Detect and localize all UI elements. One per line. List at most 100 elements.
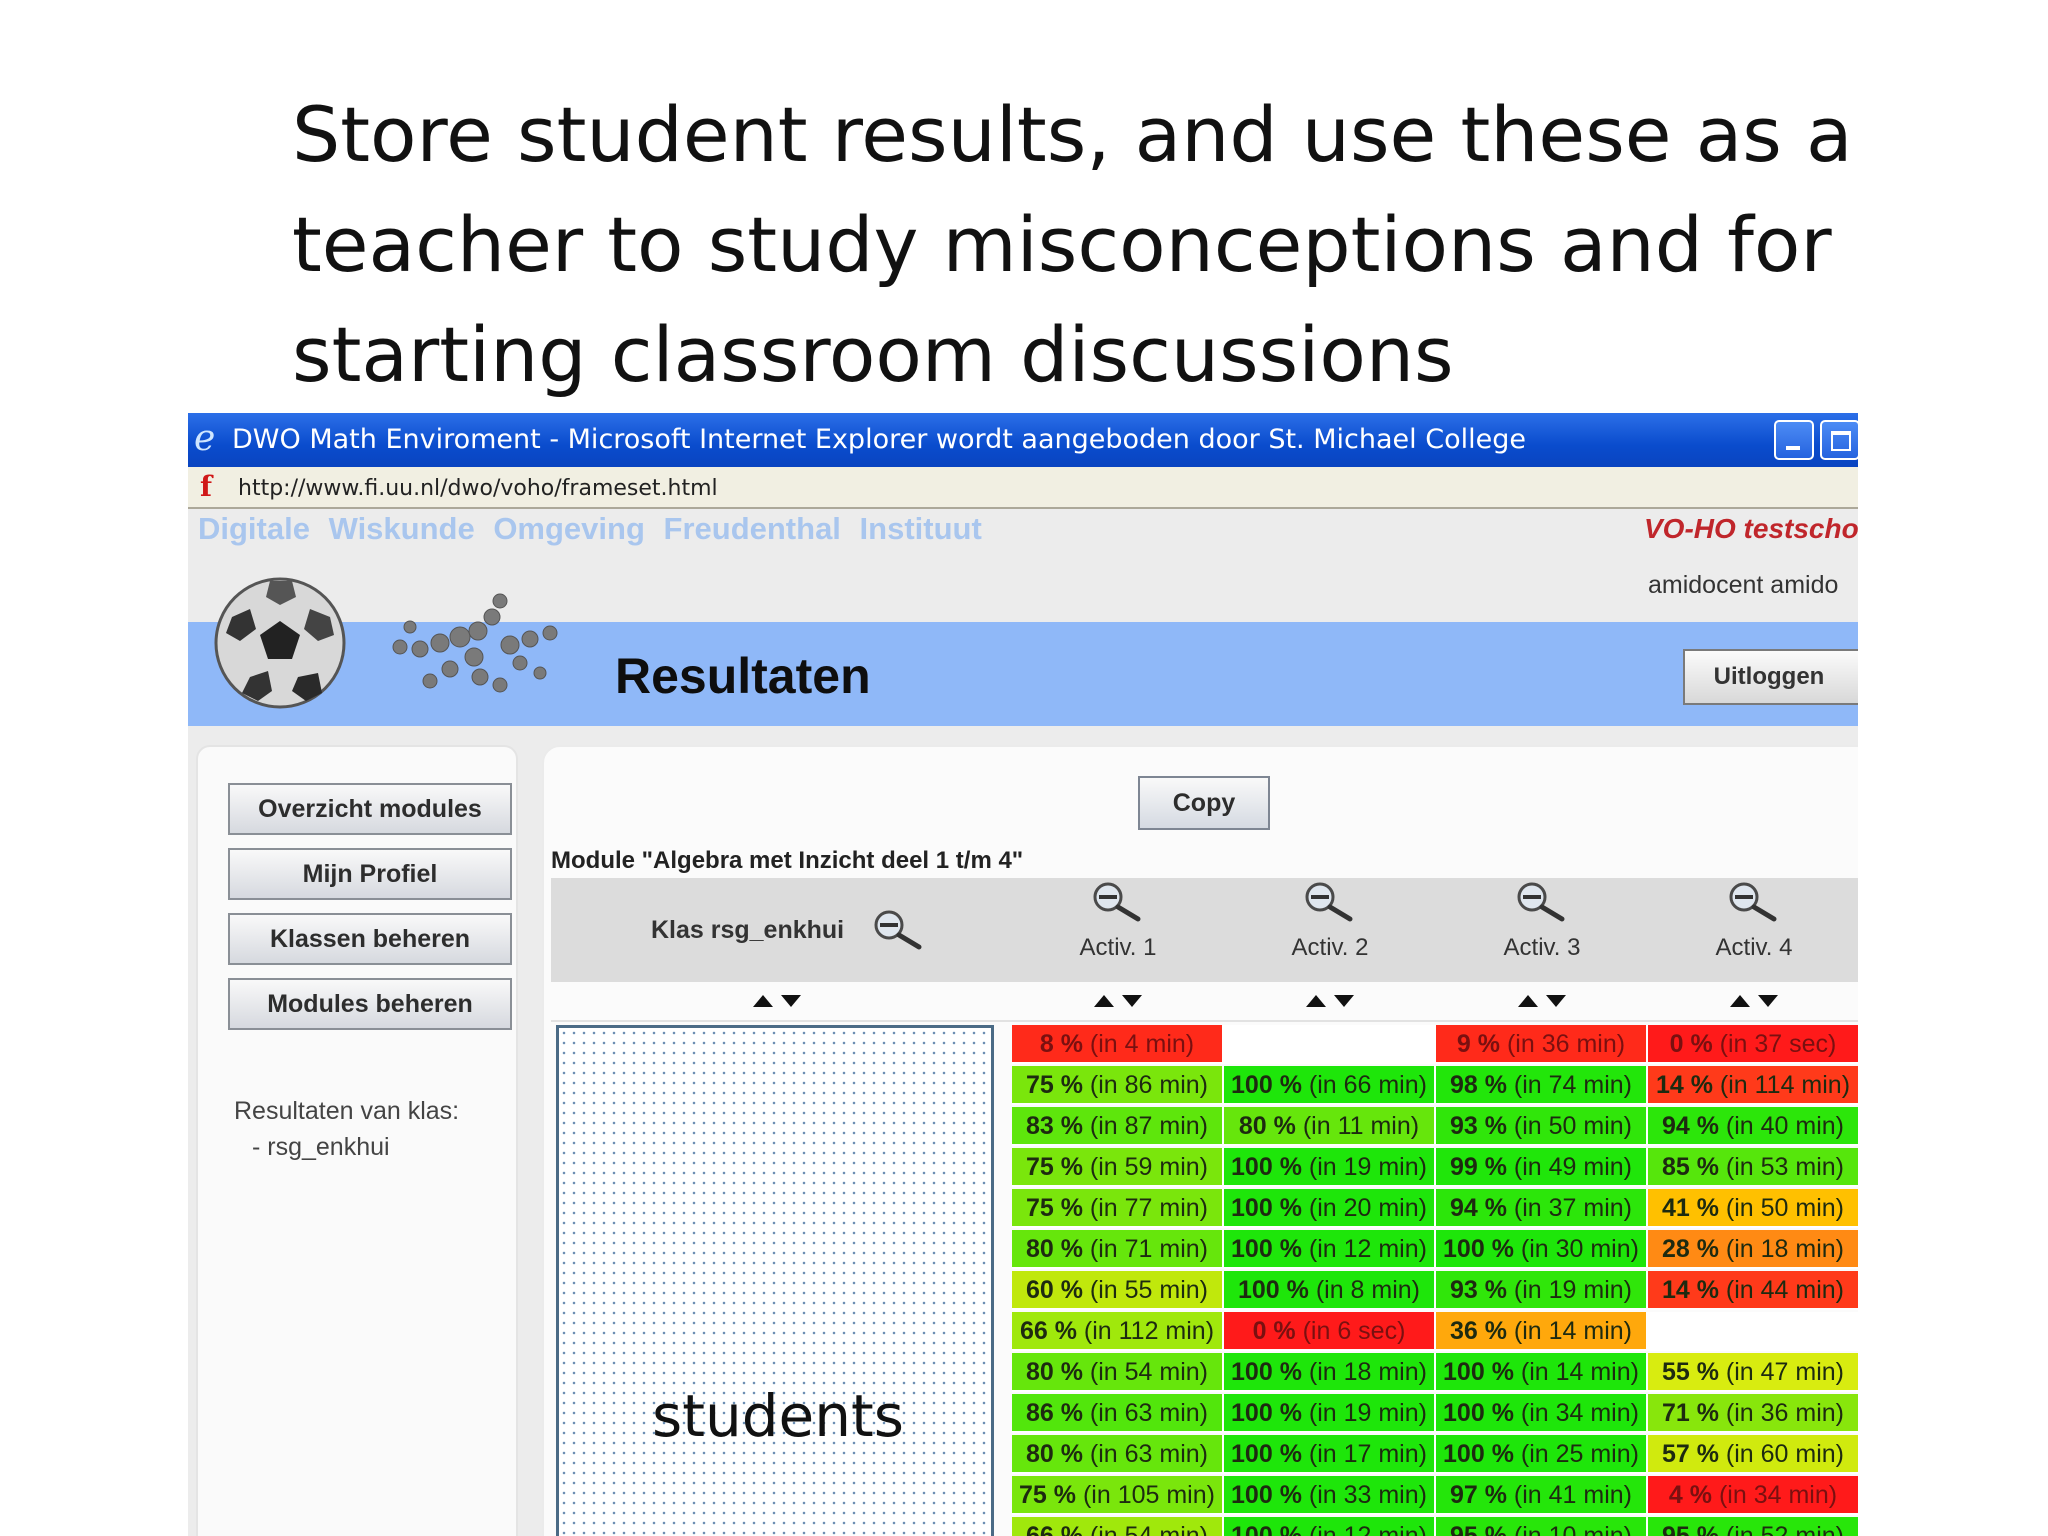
result-percentage: 80 % <box>1025 1235 1083 1263</box>
result-percentage: 100 % <box>1231 1194 1302 1222</box>
result-cell[interactable]: 86 % (in 63 min) <box>1012 1394 1224 1433</box>
result-time: (in 8 min) <box>1308 1276 1421 1304</box>
manage-classes-button[interactable]: Klassen beheren <box>228 913 512 965</box>
slide-title: Store student results, and use these as … <box>292 80 1892 410</box>
sort-arrows-icon[interactable] <box>751 993 811 1009</box>
magnifier-icon[interactable] <box>1090 879 1146 923</box>
sort-arrows-icon[interactable] <box>1728 993 1788 1009</box>
copy-button[interactable]: Copy <box>1138 776 1270 830</box>
result-cell[interactable]: 98 % (in 74 min) <box>1436 1066 1648 1105</box>
result-percentage: 100 % <box>1443 1235 1514 1263</box>
overview-modules-button[interactable]: Overzicht modules <box>228 783 512 835</box>
result-cell[interactable]: 66 % (in 54 min) <box>1012 1517 1224 1536</box>
result-cell[interactable]: 75 % (in 105 min) <box>1012 1476 1224 1515</box>
result-time: (in 19 min) <box>1506 1276 1633 1304</box>
result-time: (in 66 min) <box>1301 1071 1427 1099</box>
result-cell[interactable] <box>1224 1025 1436 1064</box>
result-cell[interactable]: 14 % (in 114 min) <box>1648 1066 1858 1105</box>
result-cell[interactable]: 4 % (in 34 min) <box>1648 1476 1858 1515</box>
result-cell[interactable]: 0 % (in 37 sec) <box>1648 1025 1858 1064</box>
result-cell[interactable]: 100 % (in 66 min) <box>1224 1066 1436 1105</box>
magnifier-icon[interactable] <box>1726 879 1782 923</box>
result-cell[interactable]: 55 % (in 47 min) <box>1648 1353 1858 1392</box>
magnifier-icon[interactable] <box>1514 879 1570 923</box>
result-time: (in 25 min) <box>1513 1440 1639 1468</box>
result-cell[interactable]: 100 % (in 19 min) <box>1224 1394 1436 1433</box>
result-percentage: 100 % <box>1443 1399 1514 1427</box>
site-name: Digitale Wiskunde Omgeving Freudenthal I… <box>198 511 982 546</box>
result-cell[interactable]: 28 % (in 18 min) <box>1648 1230 1858 1269</box>
result-cell[interactable]: 94 % (in 37 min) <box>1436 1189 1648 1228</box>
result-cell[interactable]: 9 % (in 36 min) <box>1436 1025 1648 1064</box>
result-time: (in 54 min) <box>1082 1522 1209 1536</box>
result-cell[interactable]: 97 % (in 41 min) <box>1436 1476 1648 1515</box>
result-percentage: 57 % <box>1661 1440 1719 1468</box>
result-cell[interactable]: 80 % (in 63 min) <box>1012 1435 1224 1474</box>
result-cell[interactable]: 14 % (in 44 min) <box>1648 1271 1858 1310</box>
result-cell[interactable]: 95 % (in 52 min) <box>1648 1517 1858 1536</box>
result-cell[interactable]: 36 % (in 14 min) <box>1436 1312 1648 1351</box>
result-cell[interactable]: 80 % (in 54 min) <box>1012 1353 1224 1392</box>
result-cell[interactable]: 83 % (in 87 min) <box>1012 1107 1224 1146</box>
result-cell[interactable]: 75 % (in 59 min) <box>1012 1148 1224 1187</box>
magnifier-icon[interactable] <box>871 907 927 951</box>
url-text[interactable]: http://www.fi.uu.nl/dwo/voho/frameset.ht… <box>238 476 718 501</box>
result-cell[interactable]: 100 % (in 12 min) <box>1224 1230 1436 1269</box>
result-percentage: 0 % <box>1252 1317 1296 1345</box>
result-cell[interactable]: 100 % (in 34 min) <box>1436 1394 1648 1433</box>
magnifier-icon[interactable] <box>1302 879 1358 923</box>
activity-2-label: Activ. 2 <box>1291 934 1369 961</box>
result-cell[interactable]: 66 % (in 112 min) <box>1012 1312 1224 1351</box>
result-cell[interactable]: 8 % (in 4 min) <box>1012 1025 1224 1064</box>
result-time: (in 34 min) <box>1513 1399 1639 1427</box>
window-titlebar[interactable]: e DWO Math Enviroment - Microsoft Intern… <box>188 413 1858 467</box>
result-cell[interactable]: 57 % (in 60 min) <box>1648 1435 1858 1474</box>
sort-arrows-icon[interactable] <box>1516 993 1576 1009</box>
result-cell[interactable]: 100 % (in 30 min) <box>1436 1230 1648 1269</box>
result-cell[interactable]: 71 % (in 36 min) <box>1648 1394 1858 1433</box>
result-cell[interactable]: 60 % (in 55 min) <box>1012 1271 1224 1310</box>
result-cell[interactable]: 100 % (in 18 min) <box>1224 1353 1436 1392</box>
result-cell[interactable]: 100 % (in 20 min) <box>1224 1189 1436 1228</box>
result-time: (in 54 min) <box>1082 1358 1209 1386</box>
result-cell[interactable]: 75 % (in 77 min) <box>1012 1189 1224 1228</box>
result-percentage: 66 % <box>1025 1522 1083 1536</box>
result-percentage: 75 % <box>1019 1481 1077 1509</box>
result-time: (in 52 min) <box>1718 1522 1845 1536</box>
result-cell[interactable]: 100 % (in 14 min) <box>1436 1353 1648 1392</box>
students-label: students <box>652 1382 904 1450</box>
result-cell[interactable]: 75 % (in 86 min) <box>1012 1066 1224 1105</box>
result-percentage: 75 % <box>1025 1153 1083 1181</box>
result-cell[interactable]: 99 % (in 49 min) <box>1436 1148 1648 1187</box>
class-link[interactable]: - rsg_enkhui <box>252 1133 390 1162</box>
result-cell[interactable]: 100 % (in 19 min) <box>1224 1148 1436 1187</box>
my-profile-button[interactable]: Mijn Profiel <box>228 848 512 900</box>
address-bar[interactable]: f http://www.fi.uu.nl/dwo/voho/frameset.… <box>188 467 1858 509</box>
result-cell[interactable]: 95 % (in 10 min) <box>1436 1517 1648 1536</box>
result-cell[interactable] <box>1648 1312 1858 1351</box>
result-cell[interactable]: 100 % (in 12 min) <box>1224 1517 1436 1536</box>
result-cell[interactable]: 93 % (in 19 min) <box>1436 1271 1648 1310</box>
minimize-button[interactable] <box>1774 420 1814 460</box>
manage-modules-button[interactable]: Modules beheren <box>228 978 512 1030</box>
result-cell[interactable]: 0 % (in 6 sec) <box>1224 1312 1436 1351</box>
result-percentage: 94 % <box>1661 1112 1719 1140</box>
result-cell[interactable]: 100 % (in 25 min) <box>1436 1435 1648 1474</box>
results-for-class-label: Resultaten van klas: <box>234 1097 460 1125</box>
result-cell[interactable]: 100 % (in 17 min) <box>1224 1435 1436 1474</box>
result-time: (in 37 min) <box>1506 1194 1633 1222</box>
result-cell[interactable]: 100 % (in 8 min) <box>1224 1271 1436 1310</box>
result-cell[interactable]: 100 % (in 33 min) <box>1224 1476 1436 1515</box>
result-cell[interactable]: 80 % (in 71 min) <box>1012 1230 1224 1269</box>
maximize-button[interactable] <box>1820 420 1858 460</box>
sort-arrows-icon[interactable] <box>1092 993 1152 1009</box>
result-cell[interactable]: 41 % (in 50 min) <box>1648 1189 1858 1228</box>
result-cell[interactable]: 80 % (in 11 min) <box>1224 1107 1436 1146</box>
result-cell[interactable]: 94 % (in 40 min) <box>1648 1107 1858 1146</box>
sort-arrows-icon[interactable] <box>1304 993 1364 1009</box>
result-cell[interactable]: 93 % (in 50 min) <box>1436 1107 1648 1146</box>
activity-4-label: Activ. 4 <box>1715 934 1793 961</box>
logout-button[interactable]: Uitloggen <box>1683 649 1858 705</box>
result-time: (in 36 min) <box>1718 1399 1845 1427</box>
result-cell[interactable]: 85 % (in 53 min) <box>1648 1148 1858 1187</box>
